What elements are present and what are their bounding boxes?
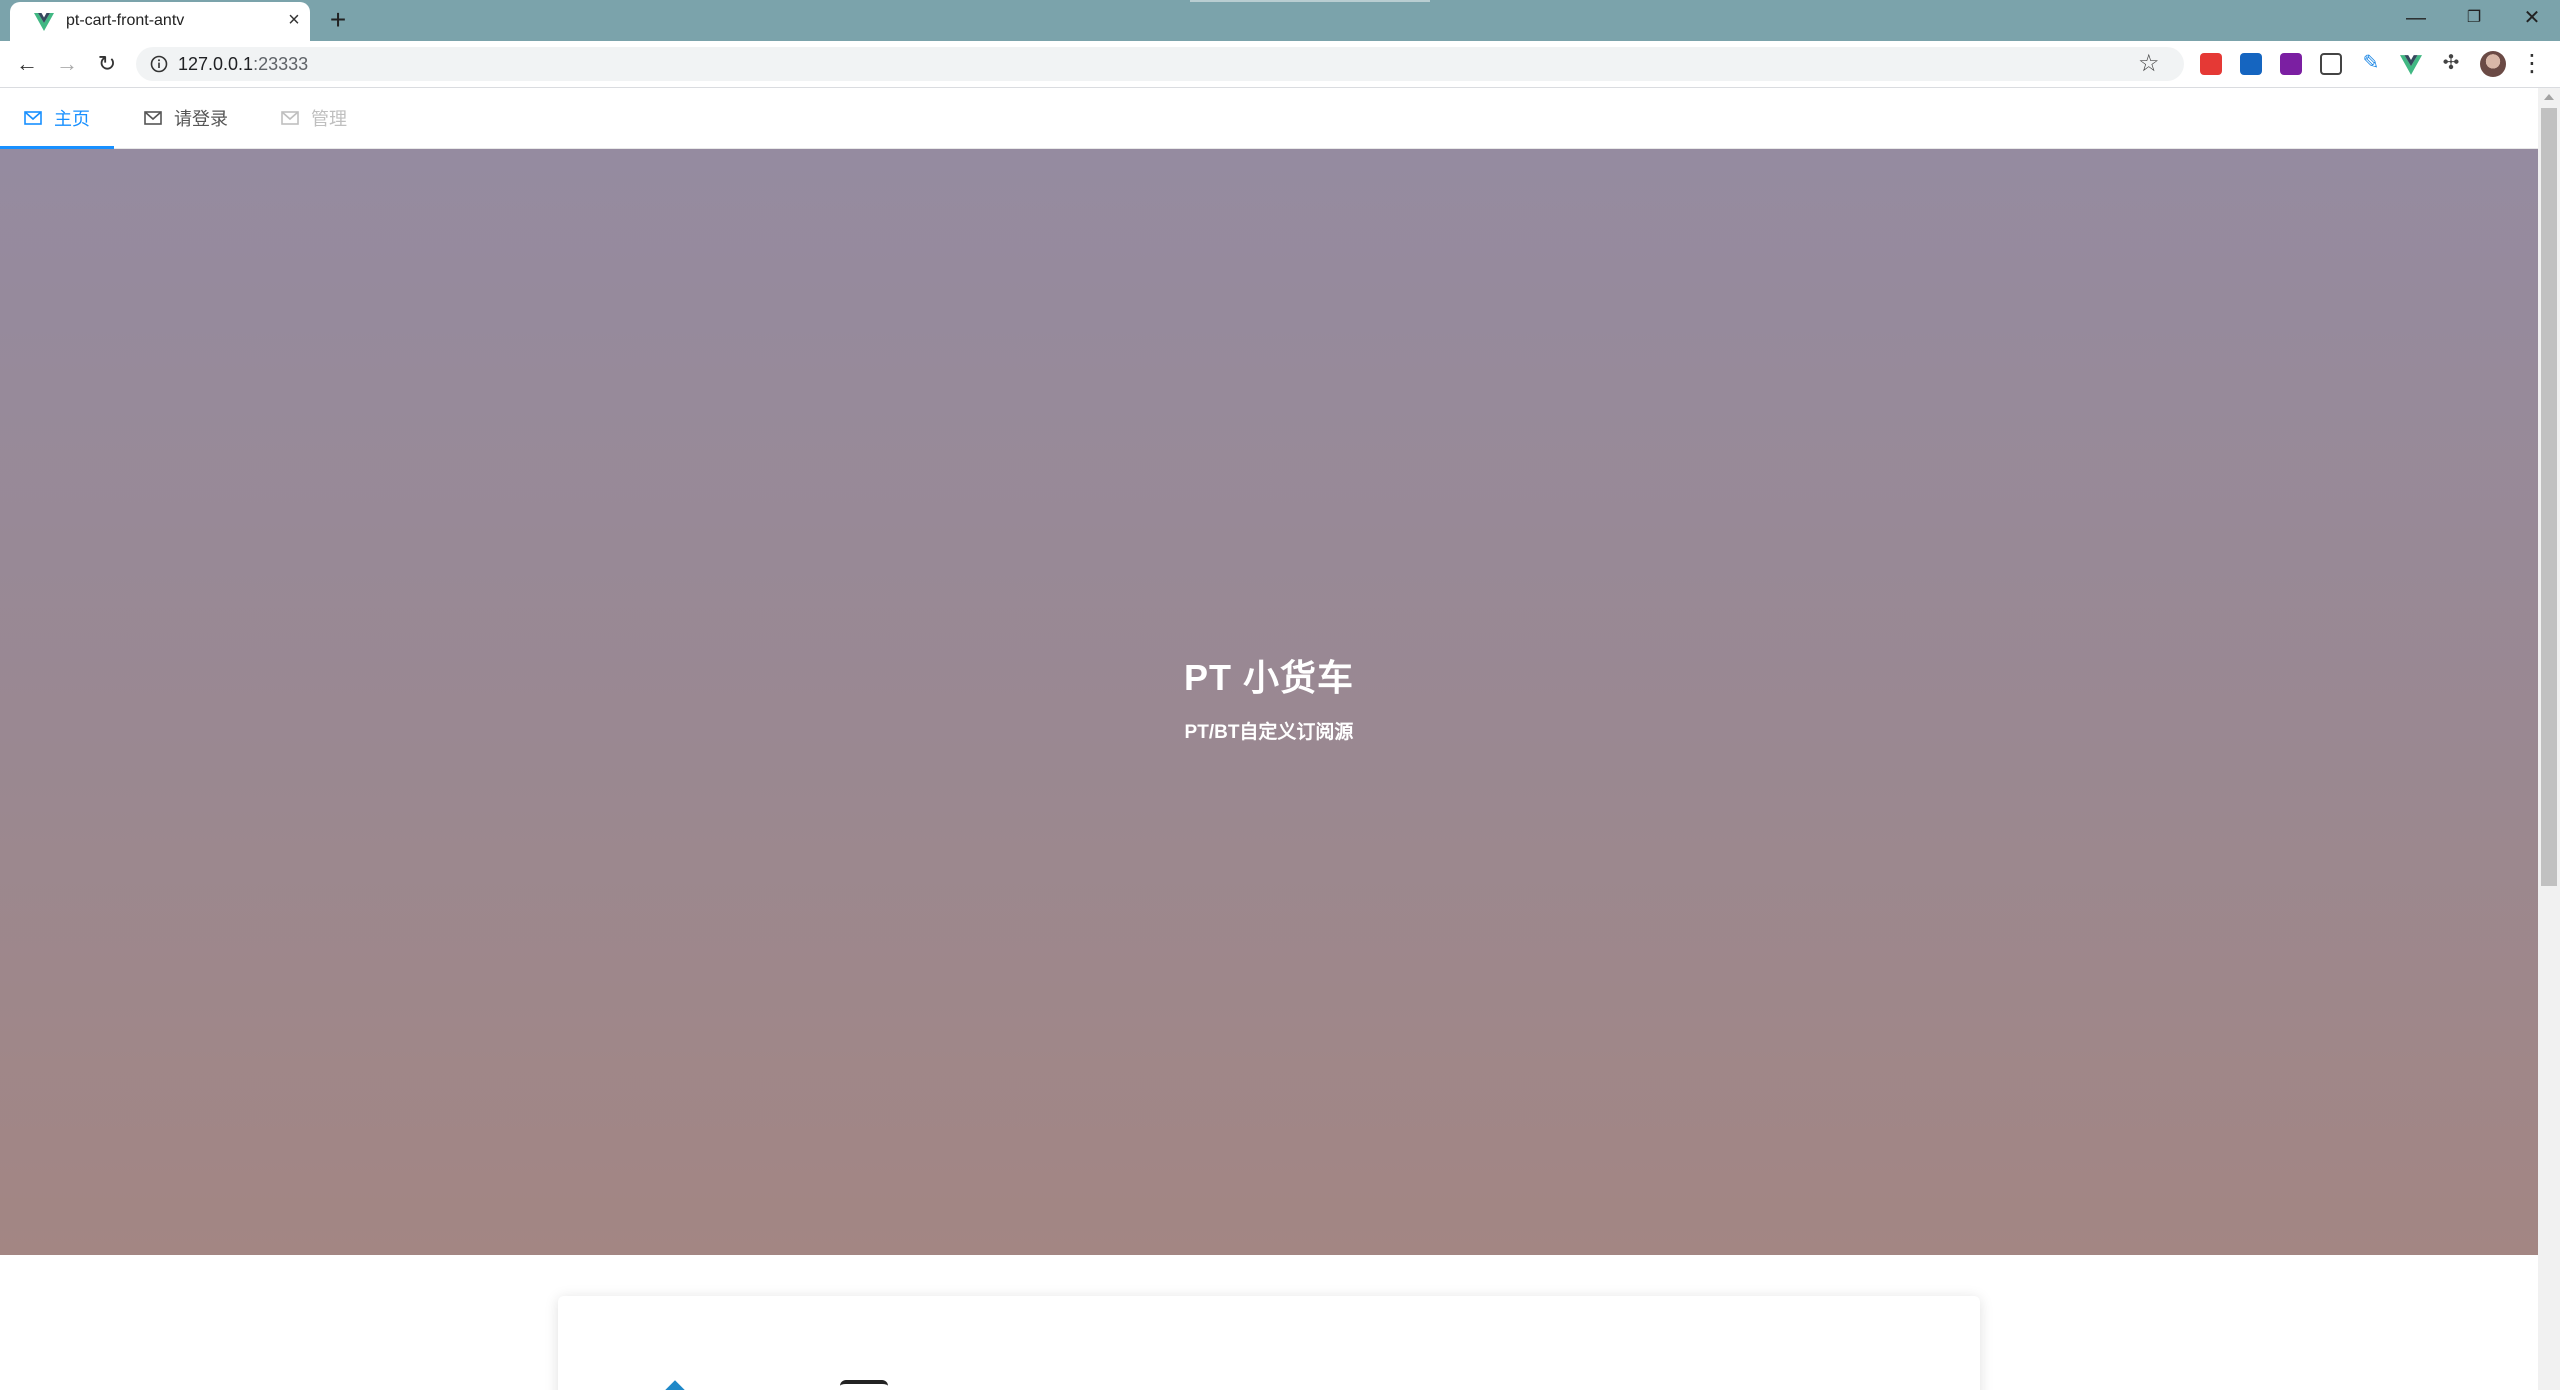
page-scrollbar[interactable]: [2538, 88, 2560, 1390]
blue-extension-icon[interactable]: [2240, 53, 2262, 75]
close-window-button[interactable]: ✕: [2504, 0, 2560, 38]
restore-button[interactable]: ❐: [2446, 0, 2502, 38]
purple-extension-icon[interactable]: [2280, 53, 2302, 75]
hero-banner: PT 小货车 PT/BT自定义订阅源: [0, 149, 2538, 1255]
bookmark-star-icon[interactable]: ☆: [2138, 50, 2160, 78]
new-tab-button[interactable]: +: [324, 6, 352, 34]
browser-tab[interactable]: pt-cart-front-antv ×: [10, 2, 310, 41]
hero-subtitle: PT/BT自定义订阅源: [1184, 722, 1354, 743]
puzzle-icon[interactable]: ✣: [2438, 50, 2464, 76]
page-viewport: 主页 请登录 管理 PT 小货车 PT/BT自定义订阅源: [0, 88, 2538, 1390]
menu-item-login[interactable]: 请登录: [144, 88, 228, 148]
browser-tabstrip: pt-cart-front-antv × + — ❐ ✕: [0, 0, 2560, 41]
mail-icon: [24, 111, 42, 125]
browser-menu-button[interactable]: ⋮: [2520, 50, 2544, 78]
menu-item-label: 管理: [311, 109, 347, 129]
content-card: [558, 1296, 1980, 1390]
menu-item-home[interactable]: 主页: [0, 88, 114, 149]
tab-title: pt-cart-front-antv: [66, 12, 185, 29]
scroll-thumb[interactable]: [2541, 108, 2557, 886]
vue-devtools-icon[interactable]: [2400, 54, 2422, 76]
forward-button[interactable]: →: [52, 49, 82, 79]
scroll-up-arrow-icon[interactable]: [2544, 94, 2554, 100]
cube-icon: [662, 1380, 688, 1390]
reader-extension-icon[interactable]: [2320, 53, 2342, 75]
back-button[interactable]: ←: [12, 49, 42, 79]
url-host: 127.0.0.1: [178, 54, 254, 74]
menu-item-label: 主页: [54, 109, 90, 129]
mail-icon: [144, 111, 162, 125]
card-heading-partial: [840, 1380, 888, 1390]
reload-button[interactable]: ↻: [92, 49, 122, 79]
menu-item-admin[interactable]: 管理: [281, 88, 347, 148]
menu-item-label: 请登录: [174, 109, 228, 129]
titlebar-drag-indicator: [1190, 0, 1430, 2]
browser-toolbar: ← → ↻ 127.0.0.1:23333 ☆ ✎ ✣ ⋮: [0, 41, 2560, 88]
top-nav-menu: 主页 请登录 管理: [0, 88, 2538, 149]
mail-icon: [281, 111, 299, 125]
pen-extension-icon[interactable]: ✎: [2358, 50, 2384, 76]
hero-title: PT 小货车: [1183, 657, 1354, 698]
red-extension-icon[interactable]: [2200, 53, 2222, 75]
url-port: :23333: [253, 54, 309, 74]
vue-logo-icon: [34, 13, 54, 31]
address-bar[interactable]: 127.0.0.1:23333 ☆: [136, 47, 2184, 81]
minimize-button[interactable]: —: [2388, 0, 2444, 38]
profile-avatar[interactable]: [2480, 51, 2506, 77]
tab-close-button[interactable]: ×: [282, 8, 306, 32]
site-info-icon[interactable]: [150, 55, 168, 73]
url-text[interactable]: 127.0.0.1:23333: [178, 54, 308, 75]
